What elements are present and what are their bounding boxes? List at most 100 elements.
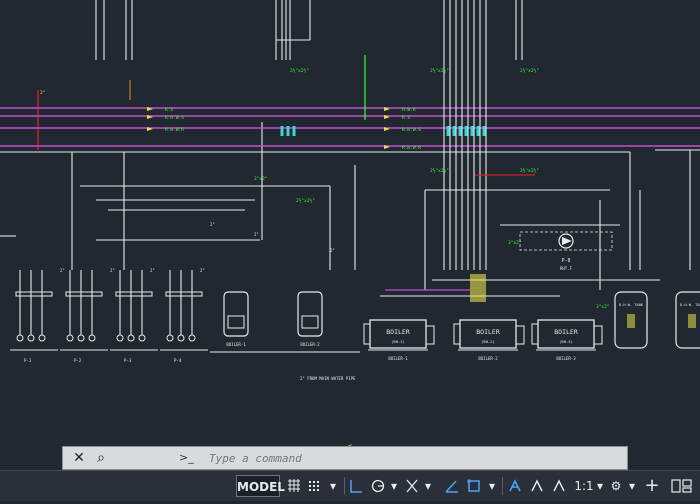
- close-icon[interactable]: ✕: [71, 450, 87, 466]
- grid-icon[interactable]: [286, 475, 302, 497]
- pipe-label: 2½"x2½": [290, 67, 309, 74]
- pump-tag: P-8: [561, 258, 570, 264]
- status-bar: MODEL ▾ ▾ ▾ ▾ 1:1 ▾ ⚙ ▾ +: [0, 470, 700, 501]
- pump-note: RHT.F: [560, 266, 573, 271]
- pump-label: P-2: [74, 358, 82, 363]
- vessel: [297, 291, 323, 337]
- model-space-button[interactable]: MODEL: [236, 475, 285, 497]
- cyan-valve: [286, 126, 290, 136]
- pipe-size-label: 2": [110, 268, 115, 273]
- cyan-valve: [470, 126, 474, 136]
- annotation-visibility-icon[interactable]: [506, 475, 524, 497]
- boiler-burner: [363, 323, 371, 345]
- boiler-label: BOILER: [554, 328, 578, 336]
- ortho-icon[interactable]: [348, 475, 364, 497]
- pump-icon: [177, 334, 185, 342]
- pipe-label: 3"x2": [508, 240, 522, 246]
- pump-icon: [138, 334, 146, 342]
- boiler-label: BOILER: [476, 328, 500, 336]
- selected-fitting: [470, 274, 486, 302]
- pump-icon: [166, 334, 174, 342]
- pump-icon: [77, 334, 85, 342]
- boiler-code: (BH-3): [559, 339, 573, 344]
- pipe-label: 3"x2": [596, 304, 610, 310]
- polar-dropdown-icon[interactable]: ▾: [388, 475, 400, 497]
- boiler: BOILER (BH-3) BOILER-3: [531, 319, 603, 361]
- gear-dropdown-icon[interactable]: ▾: [626, 475, 638, 497]
- pipe-size-label: 2": [60, 268, 65, 273]
- pipe-label: 2½"x2½": [520, 167, 539, 174]
- pipe-size-label: 2": [150, 268, 155, 273]
- annotation-scale-value[interactable]: 1:1: [574, 475, 594, 497]
- boiler-label: BOILER: [386, 328, 410, 336]
- pump-header: [165, 291, 203, 297]
- pipe-label: 2½"x2½": [520, 67, 539, 74]
- pump-header: [65, 291, 103, 297]
- cyan-valve: [452, 126, 456, 136]
- pump-icon: [188, 334, 196, 342]
- cyan-valve: [446, 126, 450, 136]
- cyan-valve: [280, 126, 284, 136]
- header-label: R.S: [402, 115, 410, 121]
- header-label: R.H.W.S: [402, 127, 421, 133]
- cyan-valve: [458, 126, 462, 136]
- cyan-valve: [482, 126, 486, 136]
- header-lines: [0, 107, 700, 147]
- pipe-size-label: 2": [330, 248, 335, 253]
- boiler: BOILER (BH-2) BOILER-2: [453, 319, 525, 361]
- osnap-icon[interactable]: [444, 475, 460, 497]
- tank-label: D.H.W. TANK: [619, 303, 644, 307]
- prompt-icon: >_: [179, 451, 194, 464]
- pipe-size-label: 2": [210, 222, 215, 227]
- annotation-scale-icon[interactable]: [550, 475, 568, 497]
- pipe-note: 2" FROM MAIN WATER PIPE: [300, 376, 356, 381]
- pipe-size-label: 2": [200, 268, 205, 273]
- vessel-label: BOILER-1: [226, 342, 246, 347]
- pump-header: [115, 291, 153, 297]
- boilers-group: BOILER (BH-1) BOILER-1 BOILER (BH-2) BOILER-2…: [363, 319, 603, 361]
- customize-icon[interactable]: [670, 475, 694, 497]
- lineweight-dropdown-icon[interactable]: ▾: [486, 475, 498, 497]
- tank-label: D.H.W. TANK: [680, 303, 700, 307]
- pipe-label: 3"x2": [254, 176, 268, 182]
- pump-icon: [88, 334, 96, 342]
- snap-dropdown-icon[interactable]: ▾: [326, 475, 340, 497]
- autoscale-icon[interactable]: [528, 475, 546, 497]
- isodraft-icon[interactable]: [404, 475, 420, 497]
- cyan-valve: [292, 126, 296, 136]
- pump-header: [15, 291, 53, 297]
- polar-icon[interactable]: [370, 475, 386, 497]
- pump-icon: [16, 334, 24, 342]
- boiler-flue: [425, 325, 435, 345]
- cyan-valve: [464, 126, 468, 136]
- pipe-label: 2½"x2½": [430, 167, 449, 174]
- riser-pipes: [95, 0, 523, 270]
- pump-icon: [116, 334, 124, 342]
- boiler-flue: [515, 325, 525, 345]
- plus-icon[interactable]: +: [644, 475, 660, 497]
- cyan-valve: [476, 126, 480, 136]
- boiler-tag: BOILER-3: [556, 356, 576, 361]
- header-label: R.H.W.R: [165, 127, 184, 133]
- tank-coil: [688, 314, 696, 328]
- scale-dropdown-icon[interactable]: ▾: [594, 475, 606, 497]
- snap-icon[interactable]: [306, 475, 322, 497]
- command-line[interactable]: ✕ ⌕ >_: [62, 446, 679, 470]
- drawing-canvas[interactable]: BOILER (BH-1) BOILER-1 BOILER (BH-2) BOILER-2…: [0, 0, 700, 470]
- vessel: [223, 291, 249, 337]
- command-input[interactable]: [209, 450, 679, 466]
- pump-icon: [27, 334, 35, 342]
- pipe-size-label: 2": [254, 232, 259, 237]
- isodraft-dropdown-icon[interactable]: ▾: [422, 475, 434, 497]
- pipe-label: 2½"x2½": [296, 197, 315, 204]
- pump-label: P-1: [24, 358, 32, 363]
- boiler-tag: BOILER-1: [388, 356, 408, 361]
- boiler-tag: BOILER-2: [478, 356, 498, 361]
- search-icon[interactable]: ⌕: [93, 450, 109, 466]
- gear-icon[interactable]: ⚙: [608, 475, 624, 497]
- pump-icon: [38, 334, 46, 342]
- header-label: R.H.W.S: [165, 115, 184, 121]
- lineweight-icon[interactable]: [466, 475, 482, 497]
- vessel-label: BOILER-2: [300, 342, 320, 347]
- pump-label: P-4: [174, 358, 182, 363]
